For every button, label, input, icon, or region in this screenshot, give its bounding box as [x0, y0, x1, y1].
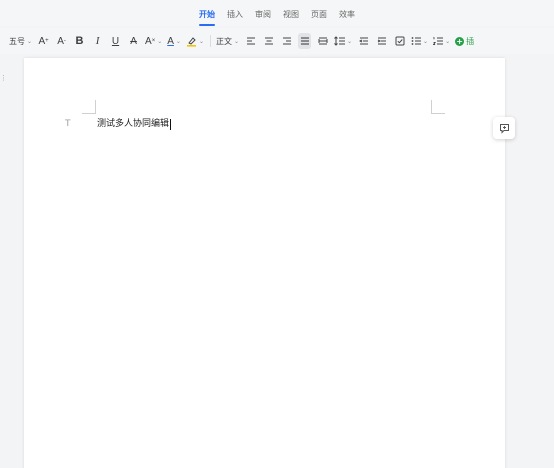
tab-page[interactable]: 页面 — [311, 9, 327, 24]
chevron-down-icon: ⌄ — [157, 38, 163, 45]
tab-efficiency[interactable]: 效率 — [339, 9, 355, 24]
decrease-indent-button[interactable] — [357, 33, 370, 49]
tab-insert[interactable]: 插入 — [227, 9, 243, 24]
font-size-value: 五号 — [9, 36, 25, 46]
plus-icon: + — [455, 36, 465, 46]
highlighter-icon — [186, 36, 196, 47]
text-effect-icon: A — [145, 35, 152, 47]
align-center-button[interactable] — [262, 33, 275, 49]
increase-indent-icon — [377, 37, 386, 45]
chevron-down-icon: ⌄ — [27, 37, 33, 45]
decrease-font-button[interactable]: A- — [55, 33, 68, 49]
chevron-down-icon: ⌄ — [233, 37, 240, 45]
add-comment-button[interactable] — [493, 117, 515, 139]
margin-corner-top-left — [82, 100, 96, 114]
checkbox-icon — [395, 36, 405, 46]
align-right-icon — [282, 37, 291, 45]
text-cursor — [170, 119, 172, 130]
font-size-select[interactable]: 五号 ⌄ — [9, 33, 32, 49]
paragraph-handle[interactable]: T — [65, 119, 71, 129]
paragraph-text: 测试多人协同编辑 — [97, 119, 170, 129]
chevron-down-icon: ⌄ — [347, 37, 353, 45]
distribute-button[interactable] — [316, 33, 329, 49]
underline-icon: U — [111, 35, 120, 47]
document-page[interactable]: T 测试多人协同编辑 — [24, 58, 505, 468]
menu-tabs: 开始 插入 审阅 视图 页面 效率 — [0, 0, 554, 26]
style-value: 正文 — [215, 36, 232, 46]
numbered-list-button[interactable]: ⌄ — [433, 33, 450, 49]
align-left-button[interactable] — [244, 33, 257, 49]
font-color-button[interactable]: A ⌄ — [167, 33, 181, 49]
italic-icon: I — [95, 35, 100, 47]
distribute-icon — [318, 37, 328, 45]
line-spacing-button[interactable]: ⌄ — [334, 33, 352, 49]
bold-icon: B — [75, 35, 84, 47]
increase-indent-button[interactable] — [375, 33, 388, 49]
tab-review[interactable]: 审阅 — [255, 9, 271, 24]
strikethrough-button[interactable]: A — [127, 33, 140, 49]
increase-font-icon: A — [38, 35, 46, 47]
insert-label: 插 — [466, 36, 475, 46]
tab-start[interactable]: 开始 — [199, 9, 215, 26]
chevron-down-icon: ⌄ — [423, 37, 429, 45]
font-color-icon: A — [167, 35, 174, 47]
margin-corner-top-right — [431, 100, 445, 114]
checklist-button[interactable] — [393, 33, 406, 49]
style-select[interactable]: 正文 ⌄ — [216, 33, 239, 49]
italic-button[interactable]: I — [91, 33, 104, 49]
insert-button[interactable]: + 插 — [455, 33, 474, 49]
toolbar-divider — [209, 35, 211, 47]
strikethrough-icon: A — [130, 35, 137, 47]
decrease-font-icon: A — [57, 35, 64, 47]
decrease-indent-icon — [358, 37, 368, 45]
highlight-button[interactable]: ⌄ — [186, 33, 204, 49]
align-left-icon — [246, 37, 255, 45]
justify-icon — [300, 37, 309, 45]
bullet-list-button[interactable]: ⌄ — [411, 33, 428, 49]
text-effect-button[interactable]: A × ⌄ — [145, 33, 162, 49]
increase-font-button[interactable]: A + — [37, 33, 50, 49]
align-right-button[interactable] — [280, 33, 293, 49]
numbered-list-icon — [433, 36, 444, 45]
formatting-toolbar: 五号 ⌄ A + A- B I U A A × ⌄ A ⌄ ⌄ 正文 ⌄ ⌄ ⌄… — [0, 28, 554, 54]
chevron-down-icon: ⌄ — [198, 37, 204, 45]
align-center-icon — [264, 37, 273, 45]
chevron-down-icon: ⌄ — [445, 37, 451, 45]
bold-button[interactable]: B — [73, 33, 86, 49]
document-paragraph[interactable]: 测试多人协同编辑 — [97, 119, 172, 130]
line-spacing-icon — [334, 36, 346, 46]
bullet-list-icon — [411, 37, 422, 45]
side-panel-handle[interactable]: ⋮ — [0, 74, 7, 82]
justify-button[interactable] — [298, 33, 312, 49]
tab-view[interactable]: 视图 — [283, 9, 299, 24]
comment-icon — [499, 123, 509, 134]
chevron-down-icon: ⌄ — [175, 38, 181, 45]
underline-button[interactable]: U — [109, 33, 122, 49]
